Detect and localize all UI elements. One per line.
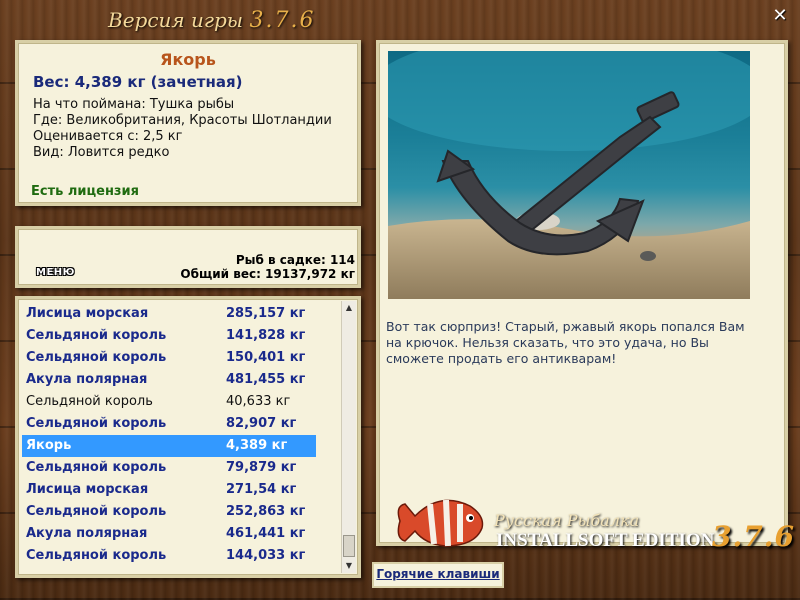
list-item-weight: 82,907 кг bbox=[226, 416, 297, 431]
list-item[interactable]: Сельдяной король 252,863 кг bbox=[18, 501, 338, 523]
scroll-up-icon[interactable]: ▲ bbox=[342, 301, 356, 315]
list-item[interactable]: Акула полярная 461,441 кг bbox=[18, 523, 338, 545]
list-item-name: Сельдяной король bbox=[26, 416, 167, 431]
list-item[interactable]: Сельдяной король 150,401 кг bbox=[18, 347, 338, 369]
list-item-weight: 150,401 кг bbox=[226, 350, 306, 365]
list-item-name: Якорь bbox=[26, 438, 72, 453]
list-item-weight: 79,879 кг bbox=[226, 460, 297, 475]
catch-location: Где: Великобритания, Красоты Шотландии bbox=[33, 113, 332, 128]
anchor-image bbox=[388, 51, 750, 299]
list-item-weight: 271,54 кг bbox=[226, 482, 297, 497]
total-weight: Общий вес: 19137,972 кг bbox=[180, 267, 355, 281]
fish-count: Рыб в садке: 114 bbox=[235, 253, 355, 267]
description-panel: Вот так сюрприз! Старый, ржавый якорь по… bbox=[376, 40, 788, 546]
list-item-weight: 285,157 кг bbox=[226, 306, 306, 321]
fish-info-panel: Якорь Вес: 4,389 кг (зачетная) На что по… bbox=[15, 40, 361, 206]
list-item[interactable]: Сельдяной король 79,879 кг bbox=[18, 457, 338, 479]
list-item[interactable]: Сельдяной король 144,033 кг bbox=[18, 545, 338, 567]
scroll-down-icon[interactable]: ▼ bbox=[342, 559, 356, 573]
window-title: Версия игры 3.7.6 bbox=[108, 8, 315, 33]
list-item-name: Сельдяной король bbox=[26, 548, 167, 563]
list-item[interactable]: Сельдяной король 40,633 кг bbox=[18, 391, 338, 413]
list-item-weight: 461,441 кг bbox=[226, 526, 306, 541]
valued-from: Оценивается с: 2,5 кг bbox=[33, 129, 183, 144]
list-item-name: Сельдяной король bbox=[26, 328, 167, 343]
list-item-weight: 252,863 кг bbox=[226, 504, 306, 519]
caught-on: На что поймана: Тушка рыбы bbox=[33, 97, 235, 112]
catch-rows: Лисица морская 285,157 кг Сельдяной король… bbox=[18, 303, 338, 567]
list-item[interactable]: Лисица морская 285,157 кг bbox=[18, 303, 338, 325]
list-item-name: Сельдяной король bbox=[26, 394, 153, 409]
license-status: Есть лицензия bbox=[31, 184, 139, 199]
list-scrollbar[interactable]: ▲ ▼ bbox=[341, 301, 356, 573]
list-item-name: Сельдяной король bbox=[26, 350, 167, 365]
rarity: Вид: Ловится редко bbox=[33, 145, 170, 160]
catch-list: Лисица морская 285,157 кг Сельдяной король… bbox=[15, 296, 361, 578]
fish-logo-icon bbox=[397, 499, 484, 547]
list-item[interactable]: Сельдяной король 82,907 кг bbox=[18, 413, 338, 435]
list-item-weight: 141,828 кг bbox=[226, 328, 306, 343]
list-item[interactable]: Акула полярная 481,455 кг bbox=[18, 369, 338, 391]
title-text: Версия игры bbox=[108, 8, 244, 32]
scroll-thumb[interactable] bbox=[343, 535, 355, 557]
list-item[interactable]: Сельдяной король 141,828 кг bbox=[18, 325, 338, 347]
list-item-weight: 4,389 кг bbox=[226, 438, 288, 453]
fish-weight: Вес: 4,389 кг (зачетная) bbox=[33, 73, 243, 91]
list-item[interactable]: Якорь 4,389 кг bbox=[22, 435, 316, 457]
fish-description: Вот так сюрприз! Старый, ржавый якорь по… bbox=[386, 319, 745, 366]
list-item-name: Сельдяной король bbox=[26, 504, 167, 519]
list-item-weight: 144,033 кг bbox=[226, 548, 306, 563]
brand-line-2: INSTALLSOFT EDITION bbox=[496, 530, 715, 551]
close-icon[interactable]: ✕ bbox=[770, 6, 790, 26]
list-item-weight: 481,455 кг bbox=[226, 372, 306, 387]
hotkeys-button[interactable]: Горячие клавиши bbox=[372, 562, 504, 588]
list-item[interactable]: Лисица морская 271,54 кг bbox=[18, 479, 338, 501]
cage-stats-panel: МЕНЮ Рыб в садке: 114 Общий вес: 19137,9… bbox=[15, 226, 361, 288]
fish-name: Якорь bbox=[160, 50, 216, 69]
list-item-name: Акула полярная bbox=[26, 526, 148, 541]
list-item-name: Сельдяной король bbox=[26, 460, 167, 475]
list-item-name: Лисица морская bbox=[26, 306, 149, 321]
title-version: 3.7.6 bbox=[249, 8, 316, 33]
list-item-name: Акула полярная bbox=[26, 372, 148, 387]
list-item-weight: 40,633 кг bbox=[226, 394, 291, 409]
brand-line-1: Русская Рыбалка bbox=[494, 511, 640, 530]
list-item-name: Лисица морская bbox=[26, 482, 149, 497]
brand-version: 3.7.6 bbox=[712, 520, 795, 553]
menu-button[interactable]: МЕНЮ bbox=[36, 267, 75, 278]
